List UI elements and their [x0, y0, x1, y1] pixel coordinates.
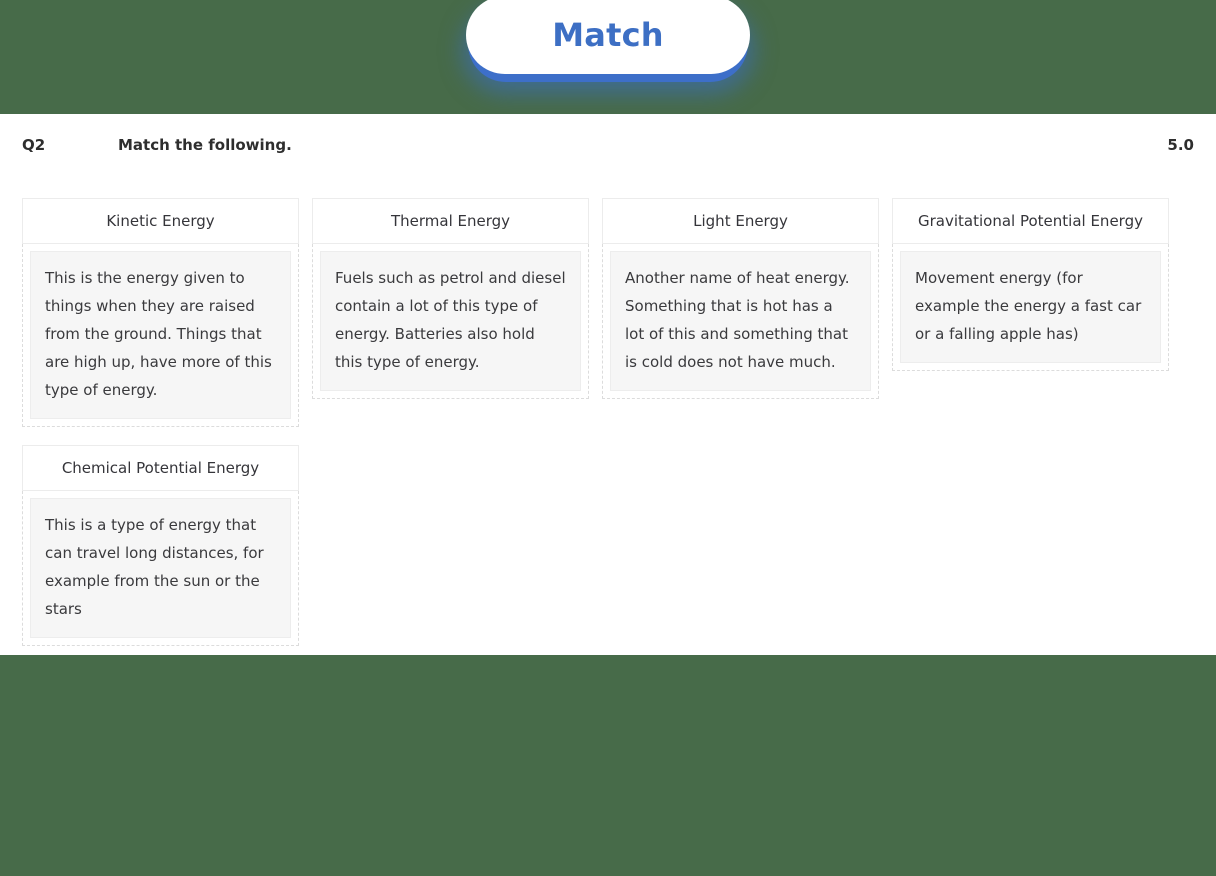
- match-answer-text: Movement energy (for example the energy …: [915, 269, 1142, 343]
- match-card-dropzone[interactable]: Another name of heat energy. Something t…: [602, 244, 879, 399]
- match-answer-tile[interactable]: Another name of heat energy. Something t…: [610, 251, 871, 391]
- match-card-term: Kinetic Energy: [106, 212, 215, 230]
- match-card-kinetic-energy: Kinetic Energy This is the energy given …: [22, 198, 299, 427]
- match-card-chemical-potential-energy: Chemical Potential Energy This is a type…: [22, 445, 299, 646]
- match-answer-text: Another name of heat energy. Something t…: [625, 269, 850, 371]
- match-answer-tile[interactable]: Movement energy (for example the energy …: [900, 251, 1161, 363]
- match-card-thermal-energy: Thermal Energy Fuels such as petrol and …: [312, 198, 589, 399]
- match-answer-text: This is a type of energy that can travel…: [45, 516, 264, 618]
- question-sheet: Q2 Match the following. 5.0 Kinetic Ener…: [0, 114, 1216, 655]
- match-card-dropzone[interactable]: Fuels such as petrol and diesel contain …: [312, 244, 589, 399]
- match-card-gravitational-potential-energy: Gravitational Potential Energy Movement …: [892, 198, 1169, 371]
- match-cards-row-2: Chemical Potential Energy This is a type…: [22, 445, 1194, 646]
- question-header: Q2 Match the following. 5.0: [0, 130, 1216, 164]
- match-answer-tile[interactable]: This is a type of energy that can travel…: [30, 498, 291, 638]
- match-answer-tile[interactable]: Fuels such as petrol and diesel contain …: [320, 251, 581, 391]
- match-answer-tile[interactable]: This is the energy given to things when …: [30, 251, 291, 419]
- question-score: 5.0: [1167, 136, 1194, 154]
- question-number: Q2: [22, 136, 46, 154]
- match-card-light-energy: Light Energy Another name of heat energy…: [602, 198, 879, 399]
- question-prompt: Match the following.: [118, 136, 292, 154]
- match-card-term: Light Energy: [693, 212, 788, 230]
- match-card-header: Kinetic Energy: [22, 198, 299, 244]
- match-card-header: Chemical Potential Energy: [22, 445, 299, 491]
- match-card-dropzone[interactable]: Movement energy (for example the energy …: [892, 244, 1169, 371]
- match-card-term: Gravitational Potential Energy: [918, 212, 1143, 230]
- match-card-header: Light Energy: [602, 198, 879, 244]
- match-card-dropzone[interactable]: This is the energy given to things when …: [22, 244, 299, 427]
- match-button[interactable]: Match: [466, 0, 750, 74]
- match-answer-text: This is the energy given to things when …: [45, 269, 272, 399]
- match-card-header: Gravitational Potential Energy: [892, 198, 1169, 244]
- match-card-dropzone[interactable]: This is a type of energy that can travel…: [22, 491, 299, 646]
- match-cards-grid: Kinetic Energy This is the energy given …: [22, 198, 1194, 664]
- match-button-label: Match: [552, 16, 664, 54]
- match-answer-text: Fuels such as petrol and diesel contain …: [335, 269, 566, 371]
- bottom-banner: [0, 655, 1216, 876]
- match-card-term: Chemical Potential Energy: [61, 459, 260, 477]
- match-card-term: Thermal Energy: [390, 212, 511, 230]
- match-button-wrap: Match: [466, 0, 750, 88]
- match-cards-row-1: Kinetic Energy This is the energy given …: [22, 198, 1194, 427]
- match-card-header: Thermal Energy: [312, 198, 589, 244]
